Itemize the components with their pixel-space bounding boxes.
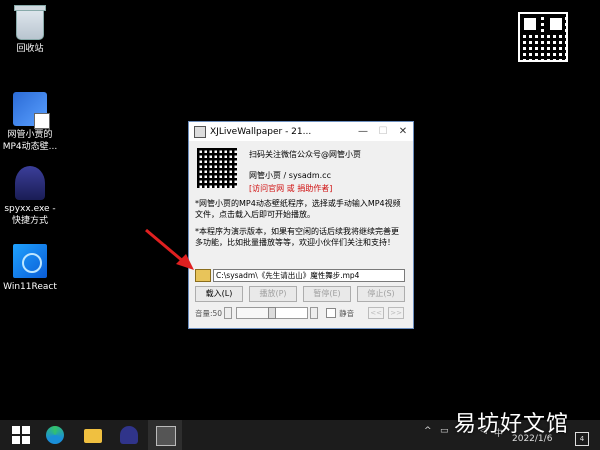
tray-chevron-icon[interactable]: ^ [424, 426, 432, 436]
network-icon[interactable]: ▭ [440, 426, 449, 436]
arrow-shaft [145, 228, 185, 264]
edge-browser-icon[interactable] [46, 426, 64, 444]
windows-start-icon[interactable] [12, 426, 30, 444]
clock-date: 2022/1/6 [512, 434, 553, 444]
notification-badge[interactable]: 4 [575, 432, 589, 446]
xjlivewallpaper-task-icon[interactable] [156, 426, 176, 446]
spyxx-task-icon[interactable] [120, 426, 138, 444]
file-explorer-icon[interactable] [84, 429, 102, 443]
annotation-arrow [145, 228, 194, 270]
taskbar-clock[interactable]: 2022/1/6 [512, 434, 552, 444]
